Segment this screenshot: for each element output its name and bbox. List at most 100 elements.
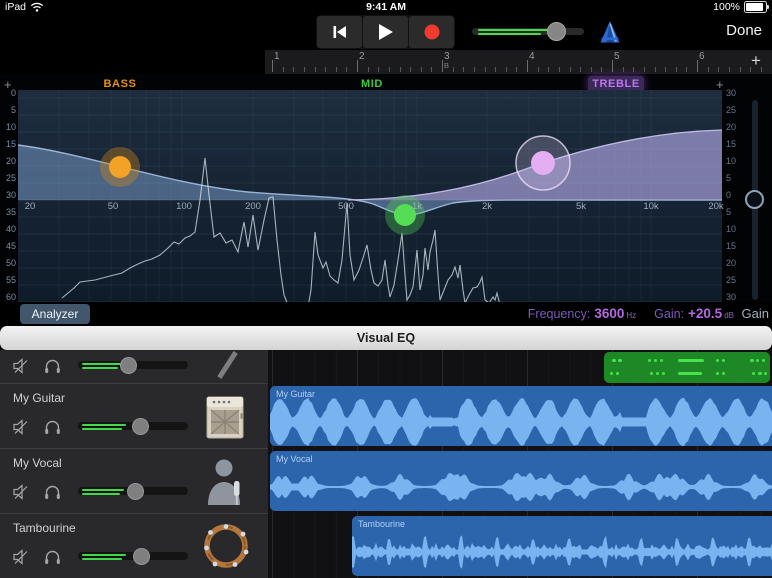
axis-label: 20 [5, 156, 16, 166]
tracks-area: My Guitar My Vocal Tambourine My Guitar … [0, 350, 772, 578]
play-button[interactable] [363, 16, 408, 48]
eq-bottom-bar: Analyzer Frequency: 3600 Hz Gain: +20.5 dB G… [0, 302, 772, 326]
done-button[interactable]: Done [726, 22, 762, 39]
axis-label: 15 [5, 139, 16, 149]
status-bar: iPad 9:41 AM 100% [0, 0, 772, 15]
axis-label: 10 [5, 122, 16, 132]
freq-label: 5k [575, 201, 587, 212]
mute-icon[interactable] [13, 484, 30, 500]
visual-eq-panel: + + BASS MID TREBLE 0 5 10 15 20 25 30 3… [0, 74, 772, 326]
track-volume-knob[interactable] [133, 548, 150, 565]
audio-waveform [352, 535, 772, 569]
axis-label: 45 [5, 241, 16, 251]
regions-area: My Guitar My Vocal Tambourine [268, 350, 772, 578]
axis-label: 0 [10, 88, 16, 98]
headphones-icon[interactable] [44, 484, 61, 500]
axis-label: 0 [726, 190, 732, 200]
axis-label: 30 [726, 88, 737, 98]
ruler-ticks [265, 50, 772, 74]
freq-label: 50 [107, 201, 119, 212]
bar-number: 5 [614, 51, 620, 62]
eq-curves [17, 90, 723, 312]
track-header-keyboard[interactable] [0, 350, 268, 383]
volume-level-line [478, 33, 541, 35]
record-button[interactable] [409, 16, 454, 48]
frequency-readout: Frequency: 3600 Hz [527, 306, 637, 321]
eq-readout: Frequency: 3600 Hz Gain: +20.5 dB [528, 306, 734, 321]
midi-notes [610, 359, 767, 375]
track-header-tambourine[interactable]: Tambourine [0, 513, 268, 578]
region-my-vocal[interactable]: My Vocal [270, 451, 772, 511]
freq-label: 200 [245, 201, 261, 212]
axis-label: 5 [10, 105, 16, 115]
axis-label: 55 [5, 275, 16, 285]
track-header-column: My Guitar My Vocal Tambourine [0, 350, 268, 578]
axis-label: 60 [5, 292, 16, 302]
freq-label: 100 [176, 201, 192, 212]
bar-number: 2 [359, 51, 365, 62]
treble-handle [531, 151, 555, 175]
axis-label: 20 [726, 122, 737, 132]
rewind-button[interactable] [317, 16, 362, 48]
region-label: My Vocal [276, 454, 313, 464]
axis-label: 25 [726, 275, 737, 285]
freq-label: 20 [24, 201, 36, 212]
region-keyboard-midi[interactable] [604, 352, 770, 383]
mute-icon[interactable] [13, 358, 30, 374]
axis-label: 40 [5, 224, 16, 234]
region-tambourine[interactable]: Tambourine [352, 516, 772, 576]
axis-label: 10 [726, 224, 737, 234]
mid-band-label[interactable]: MID [322, 78, 422, 90]
region-label: Tambourine [358, 519, 406, 529]
gain-slider-knob[interactable] [745, 190, 764, 209]
vocalist-icon[interactable] [204, 457, 248, 505]
axis-label: 20 [726, 258, 737, 268]
axis-label: 5 [726, 173, 732, 183]
track-volume-knob[interactable] [132, 418, 149, 435]
mute-icon[interactable] [13, 419, 30, 435]
track-volume-knob[interactable] [127, 483, 144, 500]
rewind-icon [333, 26, 346, 38]
track-name: Tambourine [13, 521, 76, 535]
visual-eq-title-bar[interactable]: Visual EQ [0, 326, 772, 350]
bass-handle [109, 156, 131, 178]
headphones-icon[interactable] [44, 358, 61, 374]
audio-waveform [270, 397, 772, 446]
garageband-app: iPad 9:41 AM 100% Done 1 2 3 4 5 6 B + +… [0, 0, 772, 578]
bar-number: 4 [529, 51, 535, 62]
headphones-icon[interactable] [44, 419, 61, 435]
audio-waveform [270, 472, 772, 502]
axis-label: 5 [726, 207, 732, 217]
add-bars-button[interactable]: + [751, 51, 761, 71]
eq-plot[interactable] [17, 90, 723, 312]
instrument-icon-partial[interactable] [217, 351, 238, 379]
timeline-ruler[interactable]: 1 2 3 4 5 6 B + [265, 50, 772, 74]
track-name: My Guitar [13, 391, 66, 405]
region-my-guitar[interactable]: My Guitar [270, 386, 772, 446]
section-label: B [444, 61, 450, 70]
play-icon [379, 24, 393, 40]
guitar-amp-icon[interactable] [202, 393, 248, 441]
headphones-icon[interactable] [44, 549, 61, 565]
axis-label: 15 [726, 241, 737, 251]
bass-band-label[interactable]: BASS [70, 78, 170, 90]
freq-label: 500 [338, 201, 354, 212]
track-name: My Vocal [13, 456, 62, 470]
bar-number: 6 [699, 51, 705, 62]
track-header-my-guitar[interactable]: My Guitar [0, 383, 268, 448]
mute-icon[interactable] [13, 549, 30, 565]
axis-label: 25 [5, 173, 16, 183]
record-icon [424, 24, 439, 40]
tambourine-icon[interactable] [201, 521, 251, 571]
volume-level-line [478, 29, 548, 31]
axis-label: 25 [726, 105, 737, 115]
bar-number: 1 [274, 51, 280, 62]
metronome-icon[interactable] [599, 20, 621, 44]
gain-slider-label: Gain [741, 306, 769, 321]
track-header-my-vocal[interactable]: My Vocal [0, 448, 268, 513]
volume-knob[interactable] [547, 22, 566, 41]
freq-label: 20k [708, 201, 724, 212]
analyzer-button[interactable]: Analyzer [20, 304, 90, 324]
track-volume-knob[interactable] [120, 357, 137, 374]
freq-label: 1k [411, 201, 423, 212]
